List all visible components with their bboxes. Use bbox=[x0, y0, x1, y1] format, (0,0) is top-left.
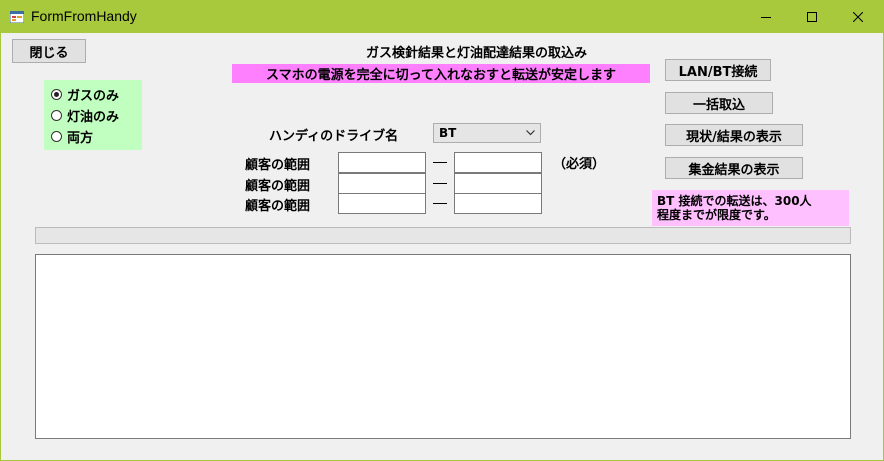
lan-bt-connect-button[interactable]: LAN/BT接続 bbox=[665, 59, 771, 81]
range-separator bbox=[433, 203, 447, 204]
range-separator bbox=[433, 183, 447, 184]
range-3-from-input[interactable] bbox=[338, 193, 426, 214]
bt-limit-note-line1: BT 接続での転送は、300人 bbox=[657, 194, 812, 208]
chevron-down-icon bbox=[526, 130, 535, 136]
import-all-button[interactable]: 一括取込 bbox=[665, 92, 773, 114]
radio-gas-only[interactable]: ガスのみ bbox=[51, 85, 119, 104]
range-2-to-input[interactable] bbox=[454, 173, 542, 194]
notice-banner: スマホの電源を完全に切って入れなおすと転送が安定します bbox=[232, 64, 650, 83]
maximize-icon bbox=[807, 12, 817, 22]
main-window: FormFromHandy 閉じる ガス検針結果と灯油配達結果の取込み スマホの… bbox=[0, 0, 884, 461]
maximize-button[interactable] bbox=[789, 1, 835, 33]
bt-limit-note-line2: 程度までが限度です。 bbox=[657, 208, 776, 222]
drive-label: ハンディのドライブ名 bbox=[269, 129, 399, 144]
radio-both[interactable]: 両方 bbox=[51, 127, 93, 146]
range-separator bbox=[433, 162, 447, 163]
form-app-icon bbox=[10, 11, 24, 23]
show-status-button[interactable]: 現状/結果の表示 bbox=[665, 124, 803, 146]
required-note: （必須） bbox=[553, 157, 606, 172]
range-1-to-input[interactable] bbox=[454, 152, 542, 173]
bt-limit-note: BT 接続での転送は、300人 程度までが限度です。 bbox=[652, 190, 849, 226]
import-type-radio-group: ガスのみ 灯油のみ 両方 bbox=[44, 80, 142, 150]
output-textbox[interactable] bbox=[35, 254, 851, 439]
range-1-from-input[interactable] bbox=[338, 152, 426, 173]
radio-button-checked[interactable] bbox=[51, 89, 62, 100]
customer-range-label-3: 顧客の範囲 bbox=[245, 199, 311, 214]
radio-label: 灯油のみ bbox=[67, 110, 120, 125]
show-totals-button[interactable]: 集金結果の表示 bbox=[665, 157, 803, 179]
radio-kerosene-only[interactable]: 灯油のみ bbox=[51, 106, 119, 125]
progress-bar bbox=[35, 227, 851, 244]
close-icon bbox=[853, 12, 863, 22]
customer-range-label-2: 顧客の範囲 bbox=[245, 179, 311, 194]
window-title: FormFromHandy bbox=[31, 8, 137, 24]
minimize-button[interactable] bbox=[743, 1, 789, 33]
radio-label: ガスのみ bbox=[67, 89, 120, 104]
minimize-icon bbox=[761, 17, 771, 18]
radio-button[interactable] bbox=[51, 131, 62, 142]
radio-button[interactable] bbox=[51, 110, 62, 121]
customer-range-label-1: 顧客の範囲 bbox=[245, 158, 311, 173]
range-2-from-input[interactable] bbox=[338, 173, 426, 194]
drive-select[interactable]: BT bbox=[433, 123, 541, 143]
range-3-to-input[interactable] bbox=[454, 193, 542, 214]
page-heading: ガス検針結果と灯油配達結果の取込み bbox=[366, 46, 588, 61]
close-form-button[interactable]: 閉じる bbox=[12, 39, 86, 63]
title-bar[interactable]: FormFromHandy bbox=[1, 1, 883, 33]
drive-select-value: BT bbox=[439, 126, 457, 140]
radio-label: 両方 bbox=[67, 131, 94, 146]
close-window-button[interactable] bbox=[835, 1, 881, 33]
